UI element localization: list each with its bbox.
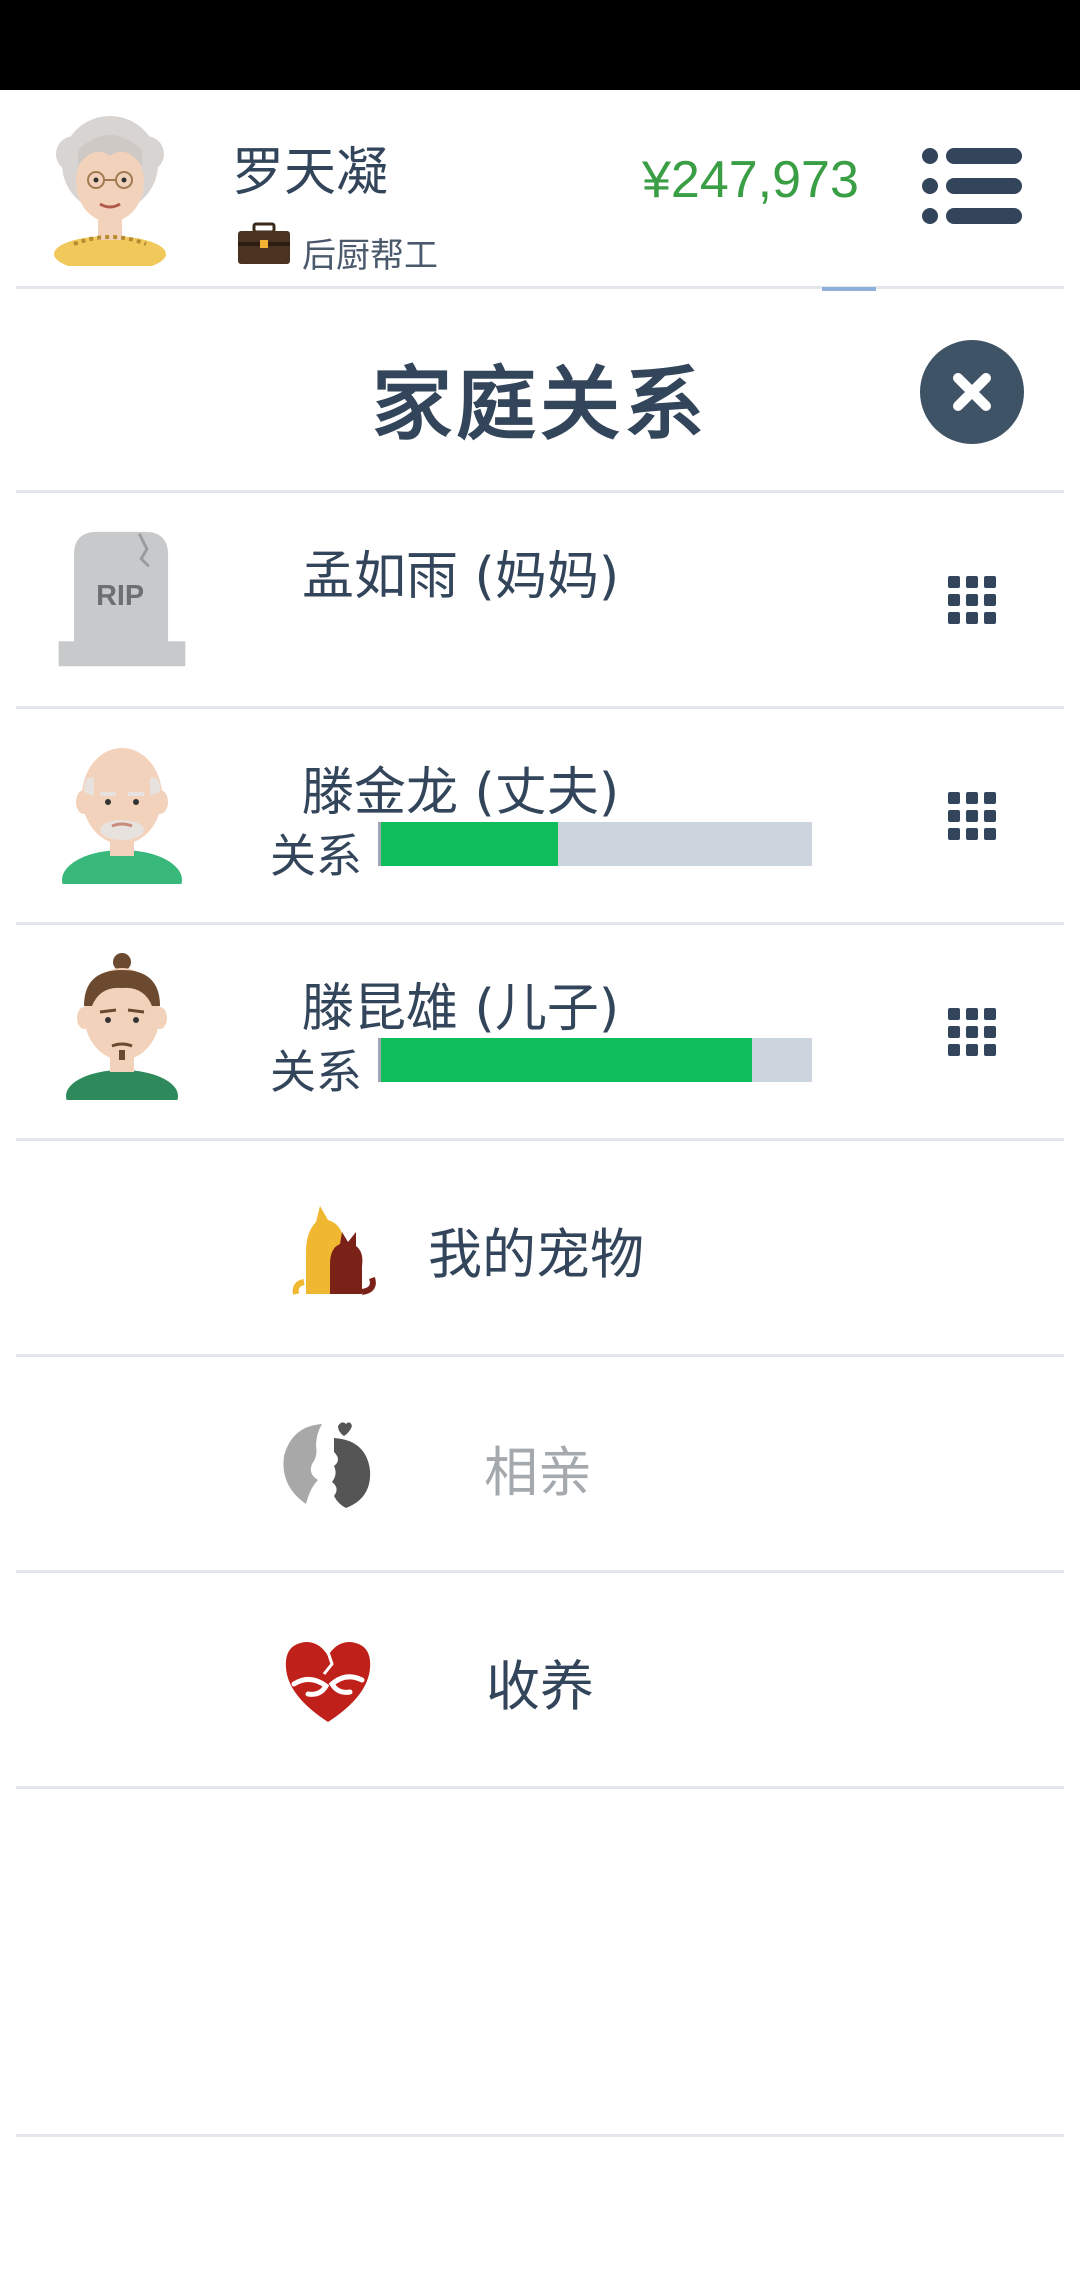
family-member-name: 滕昆雄 (儿子) [302, 979, 620, 1039]
relation-bar [378, 1038, 812, 1082]
divider [16, 1786, 1064, 1789]
family-row-mother[interactable]: RIP 孟如雨 (妈妈) [0, 492, 1080, 706]
relation-bar [378, 822, 812, 866]
husband-avatar [62, 748, 182, 884]
matchmaking-label: 相亲 [484, 1441, 592, 1504]
matchmaking-button[interactable]: 相亲 [0, 1356, 1080, 1570]
son-avatar [66, 953, 178, 1100]
divider [16, 2134, 1064, 2137]
briefcase-icon [238, 222, 290, 264]
divider [16, 286, 1064, 289]
list-icon[interactable] [920, 146, 1024, 226]
family-row-husband[interactable]: 滕金龙 (丈夫) 关系 [0, 708, 1080, 922]
pet-icon [292, 1206, 376, 1295]
family-member-name: 孟如雨 (妈妈) [302, 547, 620, 607]
svg-text:RIP: RIP [96, 580, 144, 612]
relation-fill [381, 822, 558, 866]
tab-indicator [822, 287, 876, 291]
close-icon[interactable] [920, 340, 1024, 444]
my-pets-label: 我的宠物 [428, 1223, 644, 1286]
relation-label: 关系 [270, 829, 362, 883]
tombstone-icon: RIP [58, 531, 186, 667]
player-name: 罗天凝 [232, 143, 389, 203]
grid-icon[interactable] [946, 790, 998, 842]
my-pets-button[interactable]: 我的宠物 [0, 1140, 1080, 1354]
relation-label: 关系 [270, 1045, 362, 1099]
panel-title: 家庭关系 [372, 358, 708, 451]
family-member-name: 滕金龙 (丈夫) [302, 763, 620, 823]
couple-kiss-icon [283, 1422, 371, 1508]
grid-icon[interactable] [946, 574, 998, 626]
relation-fill [381, 1038, 752, 1082]
player-avatar[interactable] [44, 106, 176, 266]
status-bar [0, 0, 1080, 90]
family-row-son[interactable]: 滕昆雄 (儿子) 关系 [0, 924, 1080, 1138]
job-label: 后厨帮工 [302, 236, 438, 276]
adoption-label: 收养 [486, 1655, 594, 1718]
grid-icon[interactable] [946, 1006, 998, 1058]
adoption-button[interactable]: 收养 [0, 1572, 1080, 1786]
money-amount: ¥247,973 [642, 151, 859, 209]
heart-hands-icon [285, 1642, 371, 1722]
